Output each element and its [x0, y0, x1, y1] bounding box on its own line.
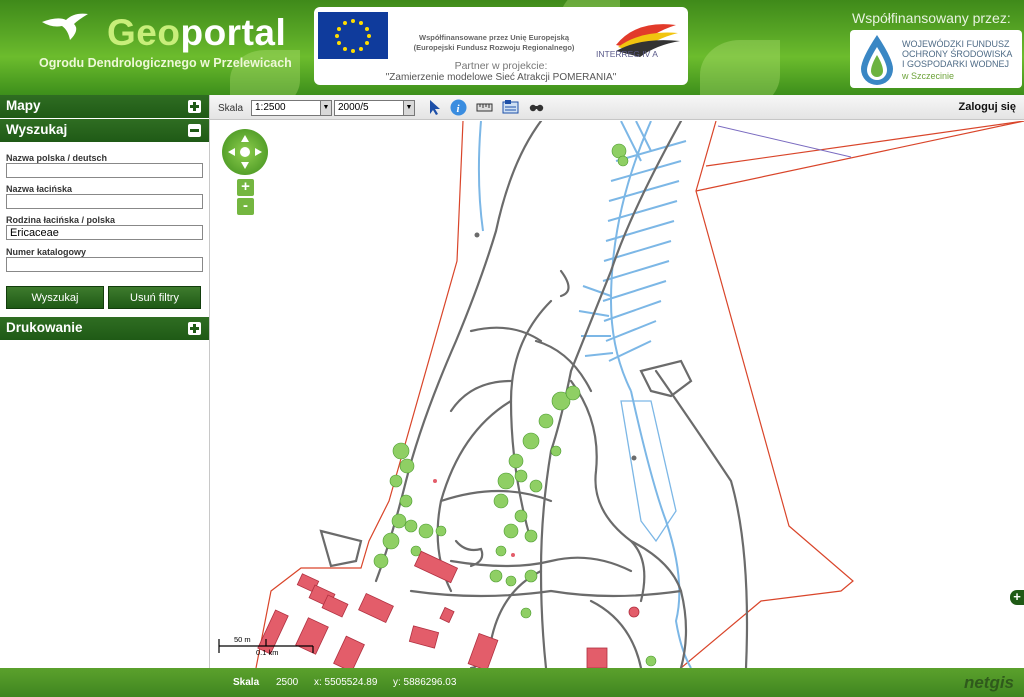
eu-text: Współfinansowane przez Unię Europejską (… — [413, 33, 575, 52]
print-scale-select[interactable]: 2000/5 ▼ — [334, 100, 415, 116]
binoculars-icon[interactable] — [528, 99, 545, 116]
status-scale-label: Skala — [233, 677, 260, 688]
cofunded-label: Współfinansowany przez: — [852, 10, 1011, 26]
sidebar: Mapy Wyszukaj Nazwa polska / deutsch Naz… — [0, 95, 210, 668]
pond-marker — [628, 606, 640, 618]
panel-print-label: Drukowanie — [6, 320, 83, 335]
zoom-in-button[interactable]: + — [237, 179, 254, 196]
garden-map[interactable] — [211, 121, 1024, 668]
partner-project: "Zamierzenie modelowe Sieć Atrakcji POME… — [385, 72, 617, 83]
wfos-text: WOJEWÓDZKI FUNDUSZ OCHRONY ŚRODOWISKA I … — [902, 39, 1013, 69]
zoom-out-button[interactable]: - — [237, 198, 254, 215]
search-button[interactable]: Wyszukaj — [6, 286, 104, 309]
chevron-down-icon[interactable]: ▼ — [320, 101, 331, 115]
portal-title[interactable]: Geoportal — [107, 12, 286, 54]
collapse-minus-icon[interactable] — [188, 124, 201, 137]
header-banner: Geoportal Ogrodu Dendrologicznego w Prze… — [0, 0, 1024, 95]
garden-paths — [319, 121, 749, 668]
panel-maps-header[interactable]: Mapy — [0, 95, 209, 118]
field-label-catalog: Numer katalogowy — [6, 247, 87, 257]
map-canvas[interactable]: + - 50 m 0.1 km + — [211, 121, 1024, 668]
panel-search-header[interactable]: Wyszukaj — [0, 119, 209, 142]
scale-bar-km: 0.1 km — [256, 648, 279, 657]
interreg-label: INTERREG IV A — [596, 49, 658, 59]
status-y-coordinate: y: 5886296.03 — [393, 677, 457, 688]
wfos-city: w Szczecinie — [902, 71, 955, 81]
netgis-logo[interactable]: netgis — [964, 673, 1014, 693]
layers-icon[interactable] — [502, 99, 519, 116]
field-label-family: Rodzina łacińska / polska — [6, 215, 116, 225]
expand-plus-icon[interactable] — [188, 100, 201, 113]
wfos-logo-box: WOJEWÓDZKI FUNDUSZ OCHRONY ŚRODOWISKA I … — [850, 30, 1022, 88]
pan-control[interactable] — [222, 129, 268, 175]
scale-label: Skala — [218, 103, 244, 114]
expand-plus-icon[interactable] — [188, 322, 201, 335]
water-drop-icon — [861, 35, 893, 85]
eu-funding-box: Współfinansowane przez Unię Europejską (… — [314, 7, 688, 85]
catalog-number-input[interactable] — [6, 257, 203, 272]
park-boundary — [255, 121, 1024, 668]
poi-marker — [433, 479, 437, 483]
bird-logo-icon — [42, 13, 88, 40]
status-scale-value: 2500 — [276, 677, 299, 688]
info-icon[interactable]: i — [450, 99, 467, 116]
panel-search-label: Wyszukaj — [6, 122, 68, 137]
scale-select[interactable]: 1:2500 ▼ — [251, 100, 332, 116]
expand-panel-button[interactable]: + — [1010, 590, 1024, 605]
panel-maps-label: Mapy — [6, 98, 41, 113]
status-x-coordinate: x: 5505524.89 — [314, 677, 378, 688]
portal-subtitle: Ogrodu Dendrologicznego w Przelewicach — [39, 56, 292, 70]
pan-arrows-icon[interactable] — [222, 129, 268, 175]
scale-select-value: 1:2500 — [255, 102, 286, 113]
eu-flag-icon — [318, 12, 388, 59]
polish-name-input[interactable] — [6, 163, 203, 178]
path-node — [631, 455, 637, 461]
family-input[interactable] — [6, 225, 203, 240]
field-label-polish-name: Nazwa polska / deutsch — [6, 153, 108, 163]
map-toolbar: Skala 1:2500 ▼ 2000/5 ▼ i Zaloguj się — [210, 95, 1024, 120]
road-line — [717, 125, 852, 158]
poi-marker — [511, 553, 515, 557]
scale-bar: 50 m 0.1 km — [218, 635, 314, 659]
print-scale-select-value: 2000/5 — [338, 102, 369, 113]
partner-label: Partner w projekcie: — [454, 60, 548, 72]
select-pointer-icon[interactable] — [426, 99, 443, 116]
path-node — [474, 232, 480, 238]
decorative-leaf — [700, 40, 780, 95]
field-label-latin-name: Nazwa łacińska — [6, 184, 73, 194]
status-bar: Skala 2500 x: 5505524.89 y: 5886296.03 n… — [0, 668, 1024, 697]
login-link[interactable]: Zaloguj się — [959, 101, 1016, 113]
chevron-down-icon[interactable]: ▼ — [403, 101, 414, 115]
measure-ruler-icon[interactable] — [476, 99, 493, 116]
clear-filters-button[interactable]: Usuń filtry — [108, 286, 201, 309]
panel-print-header[interactable]: Drukowanie — [0, 317, 209, 340]
latin-name-input[interactable] — [6, 194, 203, 209]
